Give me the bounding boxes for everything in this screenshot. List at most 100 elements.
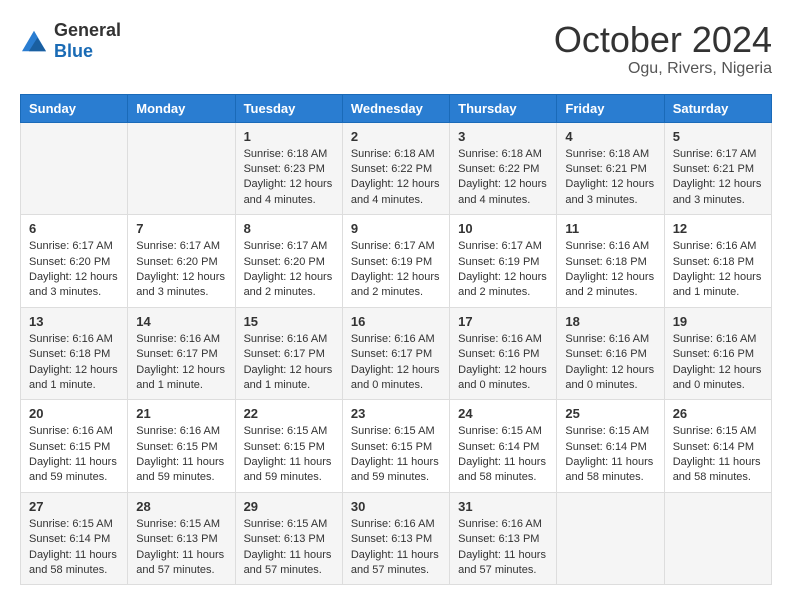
cell-text: Sunrise: 6:17 AM Sunset: 6:20 PM Dayligh…	[29, 239, 119, 301]
calendar-cell: 2 Sunrise: 6:18 AM Sunset: 6:22 PM Daylig…	[342, 122, 449, 215]
calendar-cell: 18 Sunrise: 6:16 AM Sunset: 6:16 PM Dayli…	[557, 307, 664, 400]
cell-text: Sunrise: 6:16 AM Sunset: 6:18 PM Dayligh…	[29, 332, 119, 394]
calendar-cell	[128, 122, 235, 215]
cell-text: Sunrise: 6:16 AM Sunset: 6:18 PM Dayligh…	[673, 239, 763, 301]
cell-text: Sunrise: 6:16 AM Sunset: 6:17 PM Dayligh…	[351, 332, 441, 394]
cell-text: Sunrise: 6:16 AM Sunset: 6:16 PM Dayligh…	[458, 332, 548, 394]
calendar-cell: 14 Sunrise: 6:16 AM Sunset: 6:17 PM Dayli…	[128, 307, 235, 400]
cell-text: Sunrise: 6:16 AM Sunset: 6:13 PM Dayligh…	[458, 517, 548, 579]
day-number: 22	[244, 406, 334, 421]
calendar-cell: 10Sunrise: 6:17 AM Sunset: 6:19 PM Dayli…	[450, 215, 557, 308]
cell-text: Sunrise: 6:16 AM Sunset: 6:17 PM Dayligh…	[244, 332, 334, 394]
calendar-cell	[557, 492, 664, 585]
day-number: 19	[673, 314, 763, 329]
cell-text: Sunrise: 6:17 AM Sunset: 6:20 PM Dayligh…	[244, 239, 334, 301]
day-number: 10	[458, 221, 548, 236]
calendar-cell: 1 Sunrise: 6:18 AM Sunset: 6:23 PM Daylig…	[235, 122, 342, 215]
cell-text: Sunrise: 6:16 AM Sunset: 6:13 PM Dayligh…	[351, 517, 441, 579]
cell-text: Sunrise: 6:17 AM Sunset: 6:19 PM Dayligh…	[351, 239, 441, 301]
calendar-cell: 21 Sunrise: 6:16 AM Sunset: 6:15 PM Dayli…	[128, 400, 235, 493]
month-title: October 2024	[554, 20, 772, 60]
day-number: 1	[244, 129, 334, 144]
day-number: 6	[29, 221, 119, 236]
day-number: 24	[458, 406, 548, 421]
cell-text: Sunrise: 6:16 AM Sunset: 6:18 PM Dayligh…	[565, 239, 655, 301]
calendar-cell: 16 Sunrise: 6:16 AM Sunset: 6:17 PM Dayli…	[342, 307, 449, 400]
calendar-cell: 15 Sunrise: 6:16 AM Sunset: 6:17 PM Dayli…	[235, 307, 342, 400]
calendar-cell: 17 Sunrise: 6:16 AM Sunset: 6:16 PM Dayli…	[450, 307, 557, 400]
page-header: General Blue October 2024 Ogu, Rivers, N…	[20, 20, 772, 78]
day-number: 11	[565, 221, 655, 236]
header-day-monday: Monday	[128, 94, 235, 122]
cell-text: Sunrise: 6:15 AM Sunset: 6:14 PM Dayligh…	[673, 424, 763, 486]
cell-text: Sunrise: 6:17 AM Sunset: 6:21 PM Dayligh…	[673, 147, 763, 209]
calendar-cell: 6 Sunrise: 6:17 AM Sunset: 6:20 PM Daylig…	[21, 215, 128, 308]
cell-text: Sunrise: 6:17 AM Sunset: 6:20 PM Dayligh…	[136, 239, 226, 301]
cell-text: Sunrise: 6:15 AM Sunset: 6:13 PM Dayligh…	[136, 517, 226, 579]
calendar-cell: 3Sunrise: 6:18 AM Sunset: 6:22 PM Daylig…	[450, 122, 557, 215]
day-number: 23	[351, 406, 441, 421]
calendar-header: SundayMondayTuesdayWednesdayThursdayFrid…	[21, 94, 772, 122]
day-number: 16	[351, 314, 441, 329]
calendar-week-2: 6 Sunrise: 6:17 AM Sunset: 6:20 PM Daylig…	[21, 215, 772, 308]
day-number: 17	[458, 314, 548, 329]
title-section: October 2024 Ogu, Rivers, Nigeria	[554, 20, 772, 78]
day-number: 30	[351, 499, 441, 514]
calendar-cell: 20Sunrise: 6:16 AM Sunset: 6:15 PM Dayli…	[21, 400, 128, 493]
cell-text: Sunrise: 6:15 AM Sunset: 6:14 PM Dayligh…	[458, 424, 548, 486]
calendar-week-4: 20Sunrise: 6:16 AM Sunset: 6:15 PM Dayli…	[21, 400, 772, 493]
day-number: 21	[136, 406, 226, 421]
logo-general-text: General	[54, 20, 121, 40]
logo-blue-text: Blue	[54, 41, 93, 61]
day-number: 4	[565, 129, 655, 144]
header-day-tuesday: Tuesday	[235, 94, 342, 122]
day-number: 12	[673, 221, 763, 236]
cell-text: Sunrise: 6:15 AM Sunset: 6:14 PM Dayligh…	[565, 424, 655, 486]
calendar-table: SundayMondayTuesdayWednesdayThursdayFrid…	[20, 94, 772, 586]
cell-text: Sunrise: 6:18 AM Sunset: 6:22 PM Dayligh…	[351, 147, 441, 209]
header-day-wednesday: Wednesday	[342, 94, 449, 122]
day-number: 2	[351, 129, 441, 144]
calendar-cell	[664, 492, 771, 585]
header-day-saturday: Saturday	[664, 94, 771, 122]
generalblue-logo-icon	[20, 29, 48, 53]
cell-text: Sunrise: 6:18 AM Sunset: 6:21 PM Dayligh…	[565, 147, 655, 209]
calendar-cell	[21, 122, 128, 215]
logo: General Blue	[20, 20, 121, 62]
calendar-cell: 28 Sunrise: 6:15 AM Sunset: 6:13 PM Dayli…	[128, 492, 235, 585]
day-number: 25	[565, 406, 655, 421]
cell-text: Sunrise: 6:15 AM Sunset: 6:15 PM Dayligh…	[244, 424, 334, 486]
calendar-cell: 5 Sunrise: 6:17 AM Sunset: 6:21 PM Daylig…	[664, 122, 771, 215]
day-number: 7	[136, 221, 226, 236]
calendar-cell: 25 Sunrise: 6:15 AM Sunset: 6:14 PM Dayli…	[557, 400, 664, 493]
calendar-cell: 11 Sunrise: 6:16 AM Sunset: 6:18 PM Dayli…	[557, 215, 664, 308]
cell-text: Sunrise: 6:18 AM Sunset: 6:23 PM Dayligh…	[244, 147, 334, 209]
calendar-cell: 13 Sunrise: 6:16 AM Sunset: 6:18 PM Dayli…	[21, 307, 128, 400]
calendar-week-5: 27Sunrise: 6:15 AM Sunset: 6:14 PM Dayli…	[21, 492, 772, 585]
calendar-cell: 26 Sunrise: 6:15 AM Sunset: 6:14 PM Dayli…	[664, 400, 771, 493]
cell-text: Sunrise: 6:16 AM Sunset: 6:17 PM Dayligh…	[136, 332, 226, 394]
day-number: 18	[565, 314, 655, 329]
calendar-cell: 22 Sunrise: 6:15 AM Sunset: 6:15 PM Dayli…	[235, 400, 342, 493]
calendar-cell: 23Sunrise: 6:15 AM Sunset: 6:15 PM Dayli…	[342, 400, 449, 493]
day-number: 15	[244, 314, 334, 329]
day-number: 14	[136, 314, 226, 329]
calendar-cell: 12 Sunrise: 6:16 AM Sunset: 6:18 PM Dayli…	[664, 215, 771, 308]
cell-text: Sunrise: 6:16 AM Sunset: 6:15 PM Dayligh…	[136, 424, 226, 486]
calendar-cell: 29Sunrise: 6:15 AM Sunset: 6:13 PM Dayli…	[235, 492, 342, 585]
calendar-cell: 7 Sunrise: 6:17 AM Sunset: 6:20 PM Daylig…	[128, 215, 235, 308]
cell-text: Sunrise: 6:15 AM Sunset: 6:13 PM Dayligh…	[244, 517, 334, 579]
calendar-cell: 9 Sunrise: 6:17 AM Sunset: 6:19 PM Daylig…	[342, 215, 449, 308]
cell-text: Sunrise: 6:16 AM Sunset: 6:16 PM Dayligh…	[565, 332, 655, 394]
day-number: 26	[673, 406, 763, 421]
calendar-cell: 4 Sunrise: 6:18 AM Sunset: 6:21 PM Daylig…	[557, 122, 664, 215]
day-number: 5	[673, 129, 763, 144]
header-day-friday: Friday	[557, 94, 664, 122]
day-number: 28	[136, 499, 226, 514]
day-number: 3	[458, 129, 548, 144]
calendar-cell: 31Sunrise: 6:16 AM Sunset: 6:13 PM Dayli…	[450, 492, 557, 585]
day-number: 13	[29, 314, 119, 329]
day-number: 9	[351, 221, 441, 236]
calendar-week-3: 13 Sunrise: 6:16 AM Sunset: 6:18 PM Dayli…	[21, 307, 772, 400]
day-number: 8	[244, 221, 334, 236]
